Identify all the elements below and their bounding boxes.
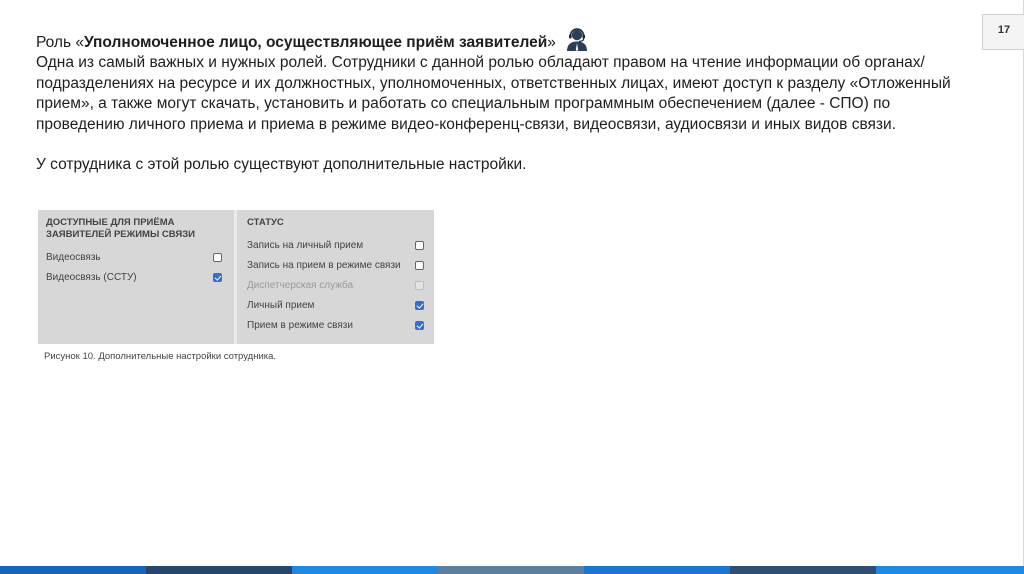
bar-segment (146, 566, 292, 574)
option-label: Личный прием (247, 299, 315, 311)
remote-appointment-booking-checkbox[interactable] (415, 261, 424, 270)
page-number: 17 (997, 24, 1011, 36)
bar-segment (730, 566, 876, 574)
heading-role-name: Уполномоченное лицо, осуществляющее приё… (83, 34, 548, 51)
status-title: Статус (247, 217, 284, 228)
page-number-tab: 17 (982, 14, 1024, 50)
option-label: Запись на прием в режиме связи (247, 259, 401, 271)
heading-suffix: » (547, 34, 556, 51)
bar-segment (584, 566, 730, 574)
communication-modes-panel: Доступные для приёма заявителей режимы с… (38, 210, 230, 344)
option-video-sstu: Видеосвязь (ССТУ) (46, 269, 137, 285)
option-personal-appointment: Личный прием (247, 297, 314, 313)
settings-screenshot: Доступные для приёма заявителей режимы с… (38, 210, 434, 344)
dispatch-service-checkbox (415, 281, 424, 290)
bottom-color-bar (0, 566, 1024, 574)
bar-segment (292, 566, 438, 574)
video-sstu-checkbox[interactable] (213, 273, 222, 282)
personal-appointment-booking-checkbox[interactable] (415, 241, 424, 250)
personal-appointment-checkbox[interactable] (415, 301, 424, 310)
communication-modes-title: Доступные для приёма заявителей режимы с… (46, 217, 195, 240)
operator-headset-icon (566, 28, 587, 51)
option-video: Видеосвязь (46, 249, 101, 265)
role-heading: Роль «Уполномоченное лицо, осуществляюще… (36, 28, 966, 53)
bar-segment (0, 566, 146, 574)
option-label: Запись на личный прием (247, 239, 364, 251)
heading-prefix: Роль « (36, 34, 84, 51)
remote-appointment-checkbox[interactable] (415, 321, 424, 330)
option-label: Видеосвязь (46, 251, 101, 263)
slide-content: Роль «Уполномоченное лицо, осуществляюще… (36, 28, 966, 176)
option-remote-appointment: Прием в режиме связи (247, 317, 353, 333)
settings-intro: У сотрудника с этой ролью существуют доп… (36, 156, 527, 173)
option-dispatch-service: Диспетчерская служба (247, 277, 353, 293)
option-remote-appointment-booking: Запись на прием в режиме связи (247, 257, 401, 273)
video-checkbox[interactable] (213, 253, 222, 262)
option-label: Прием в режиме связи (247, 319, 353, 331)
option-label: Видеосвязь (ССТУ) (46, 271, 137, 283)
bar-segment (438, 566, 584, 574)
status-panel: Статус Запись на личный прием Запись на … (234, 210, 434, 344)
role-description: Одна из самый важных и нужных ролей. Сот… (36, 54, 951, 133)
figure-caption: Рисунок 10. Дополнительные настройки сот… (44, 351, 277, 362)
option-personal-appointment-booking: Запись на личный прием (247, 237, 363, 253)
bar-segment (876, 566, 1024, 574)
option-label: Диспетчерская служба (247, 279, 354, 291)
